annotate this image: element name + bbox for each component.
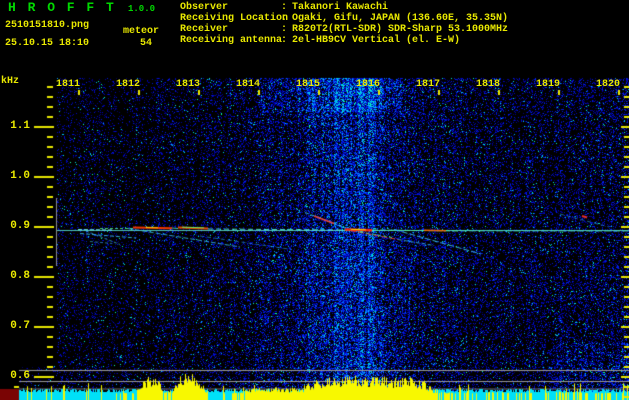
info-label: Receiver bbox=[180, 24, 229, 35]
observer-info-block: Observer: Takanori Kawachi Receiving Locat… bbox=[180, 2, 508, 46]
info-value: R820T2(RTL-SDR) SDR-Sharp 53.1000MHz bbox=[292, 24, 509, 35]
hrofft-spectrogram-screenshot: H R O F F T 1.0.0 2510151810.png meteor … bbox=[0, 0, 629, 400]
mode-label: meteor bbox=[123, 26, 160, 37]
time-label-1813: 1813 bbox=[175, 79, 200, 90]
freq-label-0.8: 0.8 bbox=[10, 270, 30, 282]
info-row-receiver: Receiver: R820T2(RTL-SDR) SDR-Sharp 53.10… bbox=[180, 24, 508, 35]
info-colon: : bbox=[281, 13, 288, 24]
output-filename: 2510151810.png bbox=[5, 20, 90, 31]
info-label: Receiving antenna bbox=[180, 35, 283, 46]
app-title: H R O F F T bbox=[8, 0, 116, 15]
info-row-receiving-location: Receiving Location: Ogaki, Gifu, JAPAN (1… bbox=[180, 13, 508, 24]
info-label: Observer bbox=[180, 2, 229, 13]
info-colon: : bbox=[281, 24, 288, 35]
freq-label-1.1: 1.1 bbox=[10, 120, 30, 132]
time-label-1812: 1812 bbox=[115, 79, 140, 90]
time-label-1811: 1811 bbox=[55, 79, 80, 90]
freq-axis-unit: kHz bbox=[1, 76, 20, 87]
info-row-receiving-antenna: Receiving antenna: 2el-HB9CV Vertical (el… bbox=[180, 35, 508, 46]
freq-label-0.7: 0.7 bbox=[10, 320, 30, 332]
info-value: Takanori Kawachi bbox=[292, 2, 389, 13]
spectrogram-canvas bbox=[0, 0, 629, 400]
info-colon: : bbox=[281, 35, 288, 46]
info-colon: : bbox=[281, 2, 288, 13]
time-label-1814: 1814 bbox=[235, 79, 260, 90]
info-value: 2el-HB9CV Vertical (el. E-W) bbox=[292, 35, 461, 46]
time-label-1819: 1819 bbox=[535, 79, 560, 90]
freq-label-0.9: 0.9 bbox=[10, 220, 30, 232]
time-label-1816: 1816 bbox=[355, 79, 380, 90]
freq-label-1.0: 1.0 bbox=[10, 170, 30, 182]
info-value: Ogaki, Gifu, JAPAN (136.60E, 35.35N) bbox=[292, 13, 509, 24]
info-label: Receiving Location bbox=[180, 13, 289, 24]
freq-label-0.6: 0.6 bbox=[10, 370, 30, 382]
app-version: 1.0.0 bbox=[128, 4, 156, 14]
info-row-observer: Observer: Takanori Kawachi bbox=[180, 2, 508, 13]
time-label-1820: 1820 bbox=[595, 79, 620, 90]
time-label-1818: 1818 bbox=[475, 79, 500, 90]
time-label-1815: 1815 bbox=[295, 79, 320, 90]
time-label-1817: 1817 bbox=[415, 79, 440, 90]
echo-count: 54 bbox=[140, 38, 153, 49]
timestamp: 25.10.15 18:10 bbox=[5, 38, 90, 49]
